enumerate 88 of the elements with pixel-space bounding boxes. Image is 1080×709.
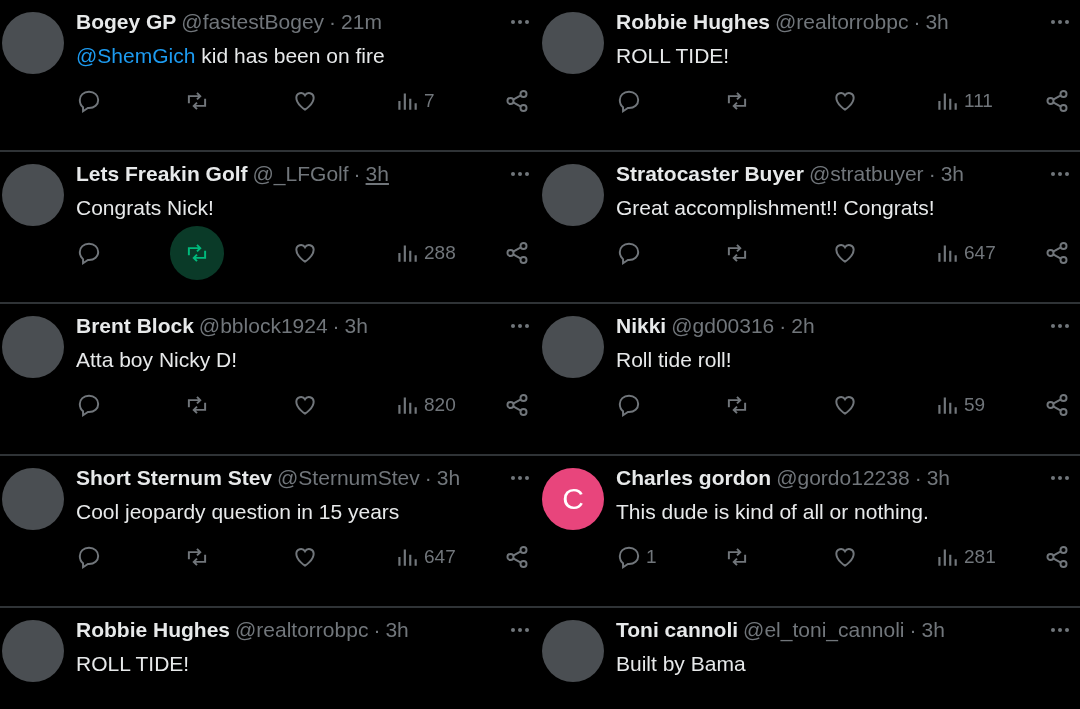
more-icon[interactable] (510, 323, 530, 329)
separator-dot: · (329, 10, 337, 34)
view-count: 288 (424, 242, 456, 264)
user-name[interactable]: Short Sternum Stev (76, 466, 273, 490)
mention-link[interactable]: @ShemGich (76, 44, 196, 67)
user-handle: @SternumStev (277, 466, 420, 490)
tweet-text: Built by Bama (616, 652, 746, 675)
user-handle: @gd00316 (671, 314, 775, 338)
user-name[interactable]: Stratocaster Buyer (616, 162, 804, 186)
more-icon[interactable] (1050, 475, 1070, 481)
tweet-text: Atta boy Nicky D! (76, 348, 238, 371)
more-icon[interactable] (510, 627, 530, 633)
user-handle: @_LFGolf (252, 162, 349, 186)
more-icon[interactable] (1050, 19, 1070, 25)
tweet-text: ROLL TIDE! (616, 44, 730, 67)
view-count: 111 (964, 90, 993, 112)
user-handle: @stratbuyer (808, 162, 924, 186)
reply-icon[interactable] (76, 544, 102, 570)
tweet-text: kid has been on fire (201, 44, 385, 67)
timestamp[interactable]: 3h (925, 10, 949, 34)
timestamp[interactable]: 3h (365, 162, 389, 186)
view-count: 647 (424, 546, 456, 568)
view-count: 7 (424, 90, 435, 112)
more-icon[interactable] (510, 19, 530, 25)
timestamp[interactable]: 3h (926, 466, 950, 490)
separator-dot: · (373, 618, 381, 642)
tweet-text: ROLL TIDE! (76, 652, 190, 675)
separator-dot: · (914, 466, 922, 490)
timestamp[interactable]: 3h (940, 162, 964, 186)
avatar[interactable]: C (542, 468, 604, 530)
timestamp[interactable]: 21m (341, 10, 382, 34)
separator-dot: · (913, 10, 921, 34)
more-icon[interactable] (1050, 627, 1070, 633)
separator-dot: · (779, 314, 787, 338)
timestamp[interactable]: 2h (791, 314, 815, 338)
reply-icon[interactable] (76, 240, 102, 266)
user-name[interactable]: Robbie Hughes (616, 10, 770, 34)
share-icon[interactable] (504, 392, 530, 418)
reply-icon[interactable] (616, 392, 642, 418)
tweet-text: Cool jeopardy question in 15 years (76, 500, 400, 523)
reply-icon[interactable] (616, 544, 642, 570)
user-handle: @realtorrobpc (775, 10, 909, 34)
more-icon[interactable] (510, 475, 530, 481)
share-icon[interactable] (1044, 544, 1070, 570)
view-count: 281 (964, 546, 996, 568)
user-handle: @bblock1924 (198, 314, 328, 338)
user-name[interactable]: Toni cannoli (616, 618, 739, 642)
tweet-text: Great accomplishment!! Congrats! (616, 196, 935, 219)
more-icon[interactable] (510, 171, 530, 177)
tweet-text: This dude is kind of all or nothing. (616, 500, 929, 523)
timestamp[interactable]: 3h (344, 314, 368, 338)
user-handle: @gordo12238 (776, 466, 910, 490)
user-handle: @realtorrobpc (235, 618, 369, 642)
reply-count: 1 (646, 546, 657, 568)
user-name[interactable]: Nikki (616, 314, 667, 338)
separator-dot: · (928, 162, 936, 186)
timestamp[interactable]: 3h (921, 618, 945, 642)
repost-button[interactable] (170, 226, 224, 280)
user-name[interactable]: Lets Freakin Golf (76, 162, 248, 186)
more-icon[interactable] (1050, 171, 1070, 177)
separator-dot: · (332, 314, 340, 338)
user-name[interactable]: Brent Block (76, 314, 194, 338)
reply-icon[interactable] (616, 240, 642, 266)
tweet-text: Roll tide roll! (616, 348, 732, 371)
more-icon[interactable] (1050, 323, 1070, 329)
timestamp[interactable]: 3h (436, 466, 461, 490)
separator-dot: · (424, 466, 432, 490)
reply-icon[interactable] (76, 392, 102, 418)
user-handle: @el_toni_cannoli (743, 618, 905, 642)
reply-icon[interactable] (76, 88, 102, 114)
share-icon[interactable] (1044, 240, 1070, 266)
reply-icon[interactable] (616, 88, 642, 114)
separator-dot: · (353, 162, 361, 186)
view-count: 820 (424, 394, 456, 416)
user-handle: @fastestBogey (181, 10, 325, 34)
share-icon[interactable] (504, 88, 530, 114)
share-icon[interactable] (504, 240, 530, 266)
share-icon[interactable] (1044, 392, 1070, 418)
user-name[interactable]: Robbie Hughes (76, 618, 230, 642)
separator-dot: · (909, 618, 917, 642)
user-name[interactable]: Charles gordon (616, 466, 772, 490)
share-icon[interactable] (504, 544, 530, 570)
share-icon[interactable] (1044, 88, 1070, 114)
tweet-text: Congrats Nick! (76, 196, 214, 219)
view-count: 59 (964, 394, 986, 416)
view-count: 647 (964, 242, 996, 264)
user-name[interactable]: Bogey GP (76, 10, 177, 34)
timestamp[interactable]: 3h (385, 618, 409, 642)
